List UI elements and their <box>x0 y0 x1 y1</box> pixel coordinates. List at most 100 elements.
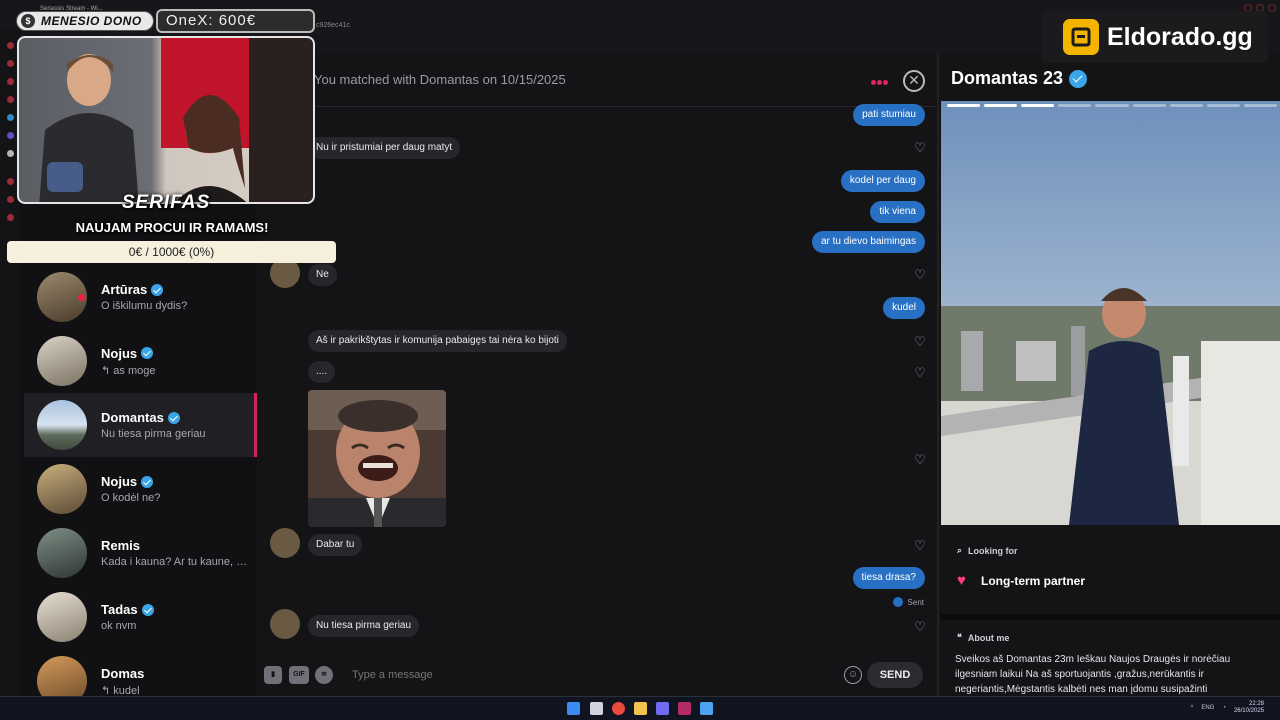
sponsor-brand: Eldorado.gg <box>1107 22 1253 51</box>
taskbar: ^ ENG ◔ 22:28 26/10/2025 <box>0 696 1280 720</box>
sticker-icon[interactable]: ▮ <box>264 666 282 684</box>
like-heart-icon[interactable]: ♡ <box>914 141 926 154</box>
about-me-title: About me <box>967 632 1010 643</box>
message-incoming: Dabar tu <box>308 534 363 556</box>
message-input[interactable] <box>352 666 822 684</box>
rail-app-icon[interactable] <box>7 96 14 103</box>
message-preview: ↰ as moge <box>101 364 156 377</box>
screen: Seriassis Stream - Wi... c926ec41c Artūr… <box>0 0 1280 720</box>
sent-status: Sent <box>892 597 924 607</box>
rail-app-icon[interactable] <box>7 78 14 85</box>
verified-icon <box>141 603 154 616</box>
verified-icon <box>141 475 154 488</box>
chat-panel: You matched with Domantas on 10/15/2025 … <box>257 54 937 696</box>
message-composer: ▮ GIF ≋ ☺ SEND <box>257 657 937 696</box>
chrome-icon[interactable] <box>612 702 625 715</box>
donor-name: MENESIO DONO <box>41 14 142 28</box>
message-incoming: Nu tiesa pirma geriau <box>308 615 420 637</box>
profile-photo[interactable] <box>941 101 1280 525</box>
profile-name: Domantas 23 <box>951 68 1088 89</box>
more-options-icon[interactable] <box>871 78 889 87</box>
clock[interactable]: 22:28 26/10/2025 <box>1234 701 1264 715</box>
file-explorer-icon[interactable] <box>634 702 647 715</box>
like-heart-icon[interactable]: ♡ <box>914 453 926 466</box>
conversation-item[interactable]: Tadas ok nvm <box>24 585 257 649</box>
onex-counter: OneX: 600€ <box>156 9 315 33</box>
message-outgoing: pati stumiau <box>853 104 925 126</box>
message-outgoing: tik viena <box>870 201 925 223</box>
spotify-icon[interactable]: ≋ <box>315 666 333 684</box>
conversation-item[interactable]: Nojus O kodėl ne? <box>24 457 257 521</box>
lang-indicator[interactable]: ENG <box>1201 705 1214 711</box>
conversation-item[interactable]: Nojus ↰ as moge <box>24 329 257 393</box>
like-heart-icon[interactable]: ♡ <box>914 268 926 281</box>
chevron-up-icon[interactable]: ^ <box>1191 705 1194 711</box>
send-button[interactable]: SEND <box>867 662 923 688</box>
webcam-overlay <box>17 36 315 204</box>
discord-icon[interactable] <box>656 702 669 715</box>
contact-name: Artūras <box>101 282 148 297</box>
rail-app-icon[interactable] <box>7 60 14 67</box>
gif-button[interactable]: GIF <box>289 666 309 684</box>
app-icon[interactable] <box>700 702 713 715</box>
streamer-title: SERIFAS <box>121 192 211 213</box>
emoji-icon[interactable]: ☺ <box>844 666 862 684</box>
rail-x-icon[interactable] <box>7 150 14 157</box>
streamer-person-image <box>174 95 247 202</box>
verified-icon <box>151 283 164 296</box>
like-heart-icon[interactable]: ♡ <box>914 539 926 552</box>
clock-date: 26/10/2025 <box>1233 708 1264 714</box>
looking-for-value: ♥ Long-term partner <box>957 573 1085 589</box>
contact-name: Domantas <box>101 410 164 425</box>
profile-name-age: Domantas 23 <box>951 68 1064 88</box>
contact-avatar <box>270 609 300 639</box>
rail-app-icon[interactable] <box>7 114 14 121</box>
message-outgoing: kudel <box>883 297 925 319</box>
rail-app-icon[interactable] <box>7 132 14 139</box>
task-view-icon[interactable] <box>590 702 603 715</box>
gif-message[interactable] <box>308 390 446 527</box>
contact-name: Domas <box>101 665 145 681</box>
like-heart-icon[interactable]: ♡ <box>914 335 926 348</box>
rail-app-icon[interactable] <box>7 42 14 49</box>
message-outgoing: kodel per daug <box>840 170 925 192</box>
message-outgoing: tiesa drasa? <box>852 567 925 589</box>
avatar <box>37 464 87 514</box>
like-heart-icon[interactable]: ♡ <box>914 620 926 633</box>
contact-name: Remis <box>101 538 141 553</box>
streamer-person-image <box>39 54 139 202</box>
message-incoming: Ne <box>308 264 337 286</box>
match-notice: You matched with Domantas on 10/15/2025 <box>314 72 566 87</box>
contact-name: Nojus <box>101 474 138 489</box>
close-chat-button[interactable]: ✕ <box>903 70 925 92</box>
conversation-item[interactable]: Remis Kada i kauna? Ar tu kaune, ne... <box>24 521 257 585</box>
laughing-man-gif-image <box>308 390 446 527</box>
chat-header: You matched with Domantas on 10/15/2025 … <box>257 54 937 107</box>
opera-icon[interactable] <box>678 702 691 715</box>
goal-progress-text: 0€ / 1000€ (0%) <box>128 245 215 259</box>
contact-name: Tadas <box>101 602 138 617</box>
message-preview: Kada i kauna? Ar tu kaune, ne... <box>101 556 251 568</box>
conversation-item-active[interactable]: Domantas Nu tiesa pirma geriau <box>24 393 257 457</box>
message-preview: O iškilumu dydis? <box>101 300 188 312</box>
close-window-icon[interactable] <box>1268 4 1276 12</box>
looking-for-title: Looking for <box>968 545 1018 556</box>
verified-icon <box>141 347 154 359</box>
wifi-icon[interactable]: ◔ <box>1222 705 1226 711</box>
like-heart-icon[interactable]: ♡ <box>914 366 926 379</box>
donation-goal-bar: 0€ / 1000€ (0%) <box>7 241 336 263</box>
contact-name: Nojus <box>101 345 138 361</box>
start-icon[interactable] <box>567 702 580 715</box>
avatar <box>37 400 87 450</box>
avatar <box>37 528 87 578</box>
conversation-item[interactable]: Artūras O iškilumu dydis? <box>24 265 257 329</box>
avatar <box>37 336 87 386</box>
sent-check-icon <box>892 597 903 607</box>
message-preview: Nu tiesa pirma geriau <box>101 428 206 440</box>
rooftop-photo-image <box>941 101 1280 525</box>
message-outgoing: ar tu dievo baimingas <box>811 231 925 253</box>
rail-app-icon[interactable] <box>7 178 14 185</box>
donor-alert: $ MENESIO DONO <box>16 11 154 31</box>
url-fragment: c926ec41c <box>316 22 350 29</box>
about-me-text: Sveikos aš Domantas 23m Ieškau Naujos Dr… <box>955 654 1231 695</box>
